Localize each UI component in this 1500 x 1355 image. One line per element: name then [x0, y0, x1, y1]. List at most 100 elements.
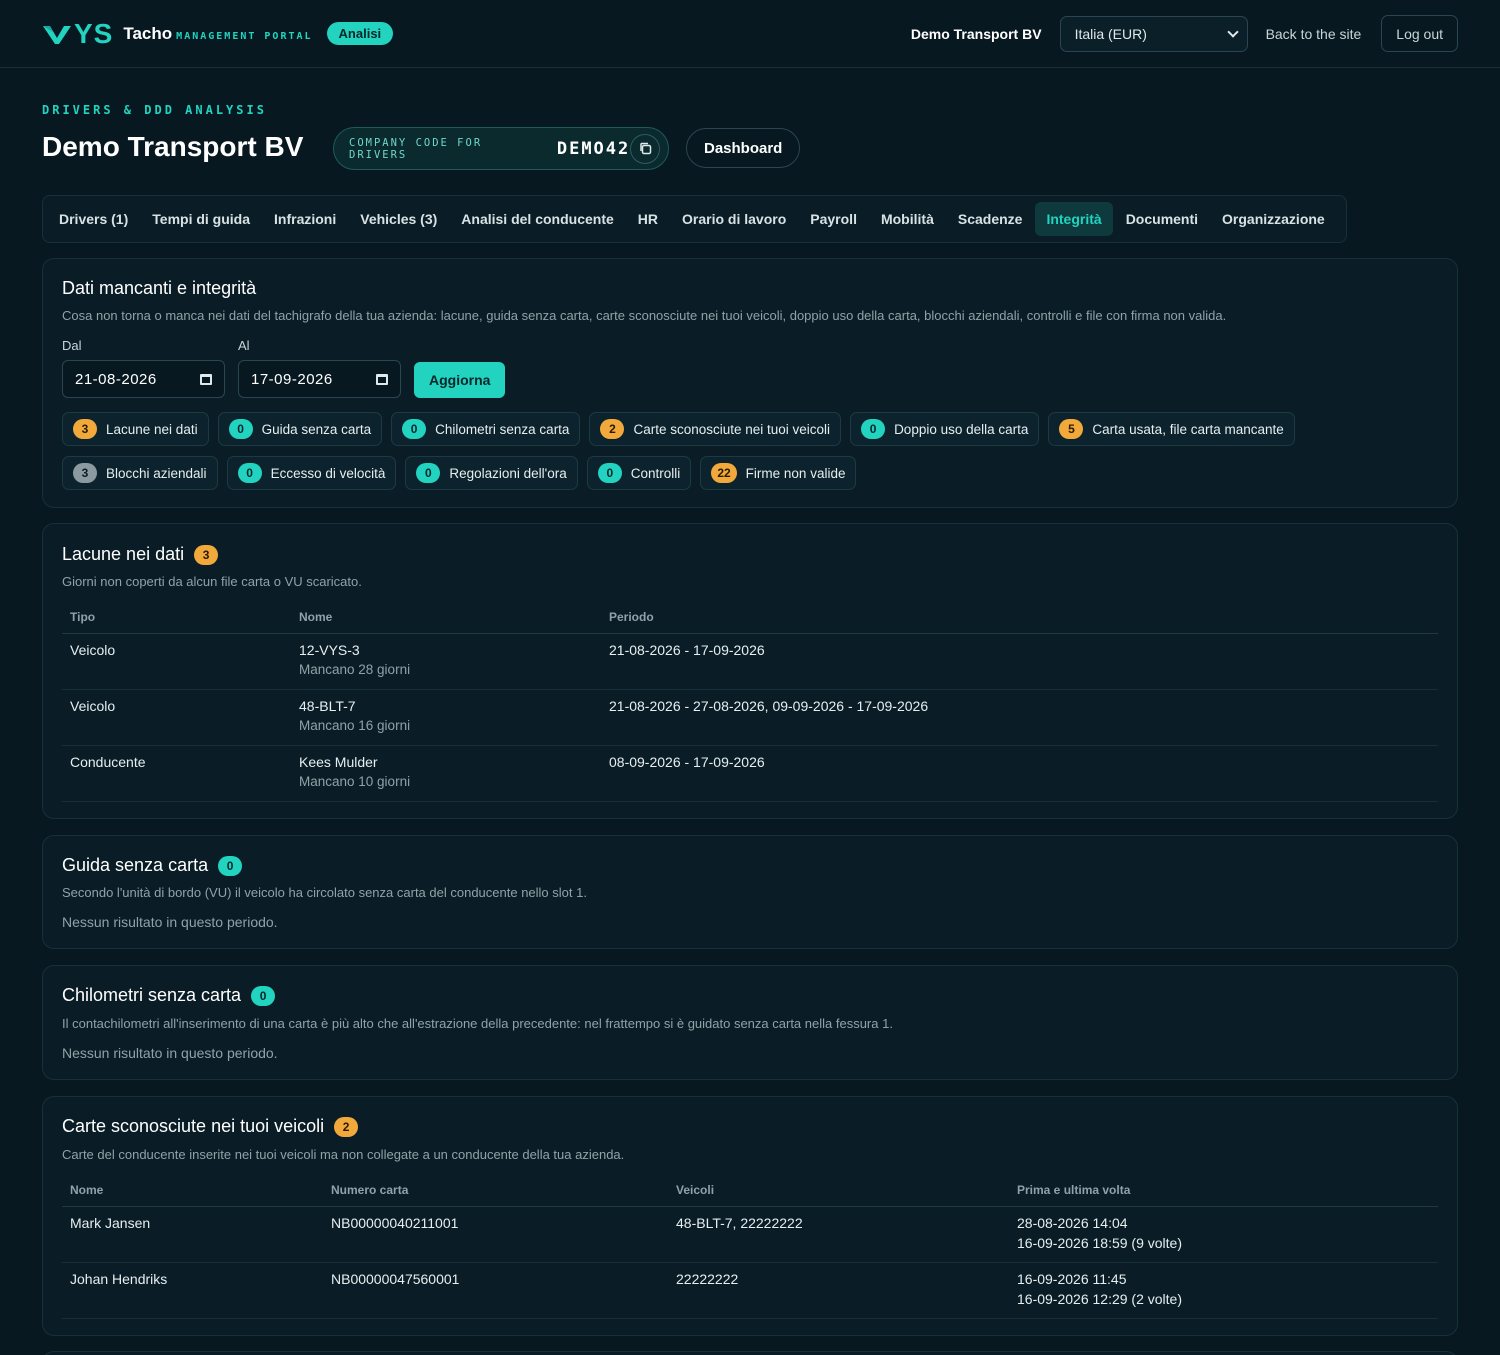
- section-tabs: Drivers (1) Tempi di guida Infrazioni Vehic…: [42, 195, 1347, 243]
- mode-pill: Analisi: [326, 22, 394, 45]
- unknown-card-number: NB00000047560001: [323, 1262, 668, 1319]
- tab-payroll[interactable]: Payroll: [799, 202, 868, 236]
- from-date-value: 21-08-2026: [75, 370, 157, 388]
- dashboard-button[interactable]: Dashboard: [686, 128, 801, 168]
- gaps-count-badge: 3: [194, 544, 219, 565]
- gaps-table: Tipo Nome Periodo Veicolo 12-VYS-3 Mancano…: [62, 610, 1438, 802]
- tab-hr[interactable]: HR: [627, 202, 669, 236]
- chip-label: Lacune nei dati: [106, 421, 198, 437]
- unknown-cards-title: Carte sconosciute nei tuoi veicoli 2: [62, 1116, 359, 1137]
- filter-chip[interactable]: 0 Eccesso di velocità: [226, 456, 397, 490]
- filter-chip[interactable]: 2 Carte sconosciute nei tuoi veicoli: [589, 412, 842, 446]
- km-no-card-card: Chilometri senza carta 0 Il contachilome…: [42, 965, 1458, 1080]
- filter-chip[interactable]: 0 Chilometri senza carta: [391, 412, 581, 446]
- to-date-value: 17-09-2026: [251, 370, 333, 388]
- filter-chip[interactable]: 0 Guida senza carta: [217, 412, 383, 446]
- km-no-card-title-text: Chilometri senza carta: [62, 985, 242, 1005]
- chevron-down-icon: [1226, 25, 1239, 38]
- from-label: Dal: [62, 338, 82, 353]
- unknown-last-seen: 16-09-2026 12:29 (2 volte): [1017, 1291, 1182, 1307]
- from-date-input[interactable]: 21-08-2026: [62, 360, 225, 398]
- top-right-controls: Demo Transport BV Italia (EUR) Back to t…: [911, 15, 1458, 52]
- chip-count-badge: 0: [237, 463, 262, 483]
- gap-name-cell: 12-VYS-3 Mancano 28 giorni: [291, 633, 601, 690]
- tab-mobilità[interactable]: Mobilità: [870, 202, 945, 236]
- company-code-label: COMPANY CODE FOR DRIVERS: [349, 136, 483, 161]
- top-bar: YS Tacho MANAGEMENT PORTAL Analisi Demo …: [0, 0, 1500, 68]
- gap-type: Veicolo: [62, 633, 291, 690]
- gap-period: 08-09-2026 - 17-09-2026: [601, 745, 1438, 802]
- gap-name: 48-BLT-7: [299, 698, 356, 714]
- company-code-box: COMPANY CODE FOR DRIVERS DEMO42: [333, 127, 669, 170]
- tab-vehicles-3[interactable]: Vehicles (3): [349, 202, 448, 236]
- gap-missing-days: Mancano 16 giorni: [299, 718, 411, 733]
- next-card: [42, 1351, 1458, 1355]
- tab-documenti[interactable]: Documenti: [1115, 202, 1209, 236]
- chip-label: Controlli: [630, 465, 681, 481]
- no-card-count-badge: 0: [218, 855, 243, 876]
- chip-count-badge: 5: [1059, 419, 1084, 439]
- tab-infrazioni[interactable]: Infrazioni: [263, 202, 347, 236]
- region-select-value: Italia (EUR): [1074, 25, 1147, 42]
- to-label: Al: [238, 338, 250, 353]
- calendar-icon[interactable]: [200, 373, 212, 385]
- filter-chip[interactable]: 0 Regolazioni dell'ora: [405, 456, 578, 490]
- tab-drivers-1[interactable]: Drivers (1): [48, 202, 139, 236]
- region-select[interactable]: Italia (EUR): [1059, 15, 1248, 52]
- integrity-chips: 3 Lacune nei dati 0 Guida senza carta 0 Chilo…: [62, 412, 1362, 490]
- gaps-col-period: Periodo: [601, 610, 1438, 634]
- chip-count-badge: 0: [416, 463, 441, 483]
- tab-tempi-di-guida[interactable]: Tempi di guida: [141, 202, 261, 236]
- chip-count-badge: 0: [402, 419, 427, 439]
- table-row: Johan Hendriks NB00000047560001 22222222 16…: [62, 1262, 1438, 1319]
- logo[interactable]: YS Tacho MANAGEMENT PORTAL Analisi: [42, 17, 394, 50]
- tab-integrità[interactable]: Integrità: [1035, 202, 1113, 236]
- filter-chip[interactable]: 5 Carta usata, file carta mancante: [1048, 412, 1295, 446]
- filter-chip[interactable]: 22 Firme non valide: [700, 456, 857, 490]
- logo-v-icon: [42, 23, 72, 45]
- gap-name: Kees Mulder: [299, 754, 378, 770]
- gap-missing-days: Mancano 28 giorni: [299, 662, 411, 677]
- unknown-cards-count-badge: 2: [334, 1116, 359, 1137]
- chip-label: Carta usata, file carta mancante: [1092, 421, 1284, 437]
- tab-analisi-del-conducente[interactable]: Analisi del conducente: [450, 202, 624, 236]
- unknown-first-seen: 28-08-2026 14:04: [1017, 1215, 1128, 1231]
- filter-chip[interactable]: 0 Controlli: [586, 456, 692, 490]
- filter-chip[interactable]: 3 Blocchi aziendali: [62, 456, 218, 490]
- no-card-card: Guida senza carta 0 Secondo l'unità di b…: [42, 835, 1458, 949]
- chip-count-badge: 0: [597, 463, 622, 483]
- brand-name: Tacho: [123, 23, 173, 43]
- chip-label: Blocchi aziendali: [106, 465, 207, 481]
- calendar-icon[interactable]: [376, 373, 388, 385]
- unknown-vehicles: 48-BLT-7, 22222222: [668, 1206, 1009, 1263]
- table-row: Conducente Kees Mulder Mancano 10 giorni 08…: [62, 745, 1438, 802]
- to-date-input[interactable]: 17-09-2026: [238, 360, 401, 398]
- chip-label: Guida senza carta: [261, 421, 372, 437]
- gap-period: 21-08-2026 - 27-08-2026, 09-09-2026 - 17…: [601, 689, 1438, 746]
- back-to-site-link[interactable]: Back to the site: [1266, 26, 1362, 42]
- gaps-title: Lacune nei dati 3: [62, 544, 219, 565]
- gap-name-cell: Kees Mulder Mancano 10 giorni: [291, 745, 601, 802]
- filter-chip[interactable]: 0 Doppio uso della carta: [850, 412, 1040, 446]
- integrity-card: Dati mancanti e integrità Cosa non torna…: [42, 258, 1458, 508]
- filter-chip[interactable]: 3 Lacune nei dati: [62, 412, 209, 446]
- logo-text: YS: [74, 17, 114, 49]
- page-title: Demo Transport BV: [42, 131, 304, 162]
- tab-organizzazione[interactable]: Organizzazione: [1211, 202, 1336, 236]
- logout-button[interactable]: Log out: [1381, 15, 1458, 52]
- refresh-button[interactable]: Aggiorna: [414, 362, 506, 398]
- tab-scadenze[interactable]: Scadenze: [947, 202, 1034, 236]
- chip-label: Carte sconosciute nei tuoi veicoli: [633, 421, 831, 437]
- integrity-description: Cosa non torna o manca nei dati del tach…: [62, 308, 1227, 323]
- km-no-card-title: Chilometri senza carta 0: [62, 985, 276, 1006]
- no-card-description: Secondo l'unità di bordo (VU) il veicolo…: [62, 885, 587, 900]
- gaps-description: Giorni non coperti da alcun file carta o…: [62, 574, 362, 589]
- table-row: Veicolo 48-BLT-7 Mancano 16 giorni 21-08-20…: [62, 689, 1438, 746]
- no-card-empty: Nessun risultato in questo periodo.: [62, 914, 278, 930]
- tab-orario-di-lavoro[interactable]: Orario di lavoro: [671, 202, 797, 236]
- table-row: Veicolo 12-VYS-3 Mancano 28 giorni 21-08-20…: [62, 633, 1438, 690]
- copy-code-button[interactable]: [630, 133, 660, 164]
- unknown-col-vehicles: Veicoli: [668, 1183, 1009, 1207]
- unknown-col-first-last: Prima e ultima volta: [1009, 1183, 1438, 1207]
- km-no-card-empty: Nessun risultato in questo periodo.: [62, 1045, 278, 1061]
